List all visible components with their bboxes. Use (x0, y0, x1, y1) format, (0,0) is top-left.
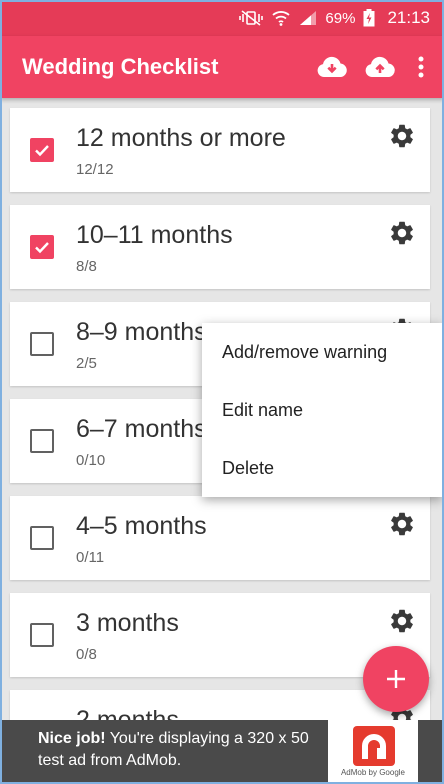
ad-banner[interactable]: Nice job! You're displaying a 320 x 50 t… (0, 720, 444, 784)
item-count: 8/8 (76, 258, 97, 275)
item-checkbox[interactable] (30, 332, 54, 356)
overflow-menu-button[interactable] (404, 43, 438, 91)
battery-charging-icon (363, 9, 375, 27)
settings-button[interactable] (388, 219, 416, 247)
vibrate-mute-icon (239, 10, 264, 26)
settings-button[interactable] (388, 607, 416, 635)
item-name: 8–9 months (76, 318, 207, 346)
item-name: 3 months (76, 609, 179, 637)
battery-percentage: 69% (325, 9, 356, 27)
more-vert-icon (418, 56, 424, 78)
settings-button[interactable] (388, 122, 416, 150)
admob-mark-icon (353, 726, 395, 766)
gear-icon (391, 221, 413, 245)
gear-icon (391, 124, 413, 148)
menu-item-add-remove-warning[interactable]: Add/remove warning (202, 323, 442, 381)
cloud-download-icon (317, 56, 347, 77)
item-name: 12 months or more (76, 124, 286, 152)
item-checkbox[interactable] (30, 526, 54, 550)
item-checkbox[interactable] (30, 235, 54, 259)
item-count: 12/12 (76, 161, 114, 178)
item-count: 0/11 (76, 549, 105, 566)
gear-icon (391, 512, 413, 536)
menu-item-edit-name[interactable]: Edit name (202, 381, 442, 439)
check-icon (35, 145, 49, 157)
item-name: 6–7 months (76, 415, 207, 443)
item-name: 10–11 months (76, 221, 233, 249)
ad-text: Nice job! You're displaying a 320 x 50 t… (38, 728, 328, 772)
signal-icon (299, 10, 317, 26)
item-name: 4–5 months (76, 512, 207, 540)
ad-headline: Nice job! (38, 730, 106, 747)
item-checkbox[interactable] (30, 623, 54, 647)
add-list-button[interactable] (363, 646, 429, 712)
admob-logo: AdMob by Google (328, 720, 418, 784)
download-button[interactable] (308, 43, 356, 91)
context-menu: Add/remove warning Edit name Delete (202, 323, 442, 497)
admob-caption: AdMob by Google (340, 768, 406, 777)
app-title: Wedding Checklist (22, 54, 219, 79)
menu-item-delete[interactable]: Delete (202, 439, 442, 497)
settings-button[interactable] (388, 510, 416, 538)
item-count: 2/5 (76, 355, 97, 372)
list-item[interactable]: 4–5 months 0/11 (10, 496, 430, 580)
item-checkbox[interactable] (30, 138, 54, 162)
status-bar: 69% 21:13 (0, 0, 444, 36)
wifi-icon (271, 10, 291, 26)
list-item[interactable]: 10–11 months 8/8 (10, 205, 430, 289)
app-bar: Wedding Checklist (0, 36, 444, 98)
item-checkbox[interactable] (30, 429, 54, 453)
cloud-upload-icon (365, 56, 395, 77)
item-count: 0/8 (76, 646, 97, 663)
item-count: 0/10 (76, 452, 106, 469)
gear-icon (391, 609, 413, 633)
plus-icon (387, 670, 405, 688)
upload-button[interactable] (356, 43, 404, 91)
clock: 21:13 (387, 8, 430, 27)
list-item[interactable]: 12 months or more 12/12 (10, 108, 430, 192)
check-icon (35, 242, 49, 254)
